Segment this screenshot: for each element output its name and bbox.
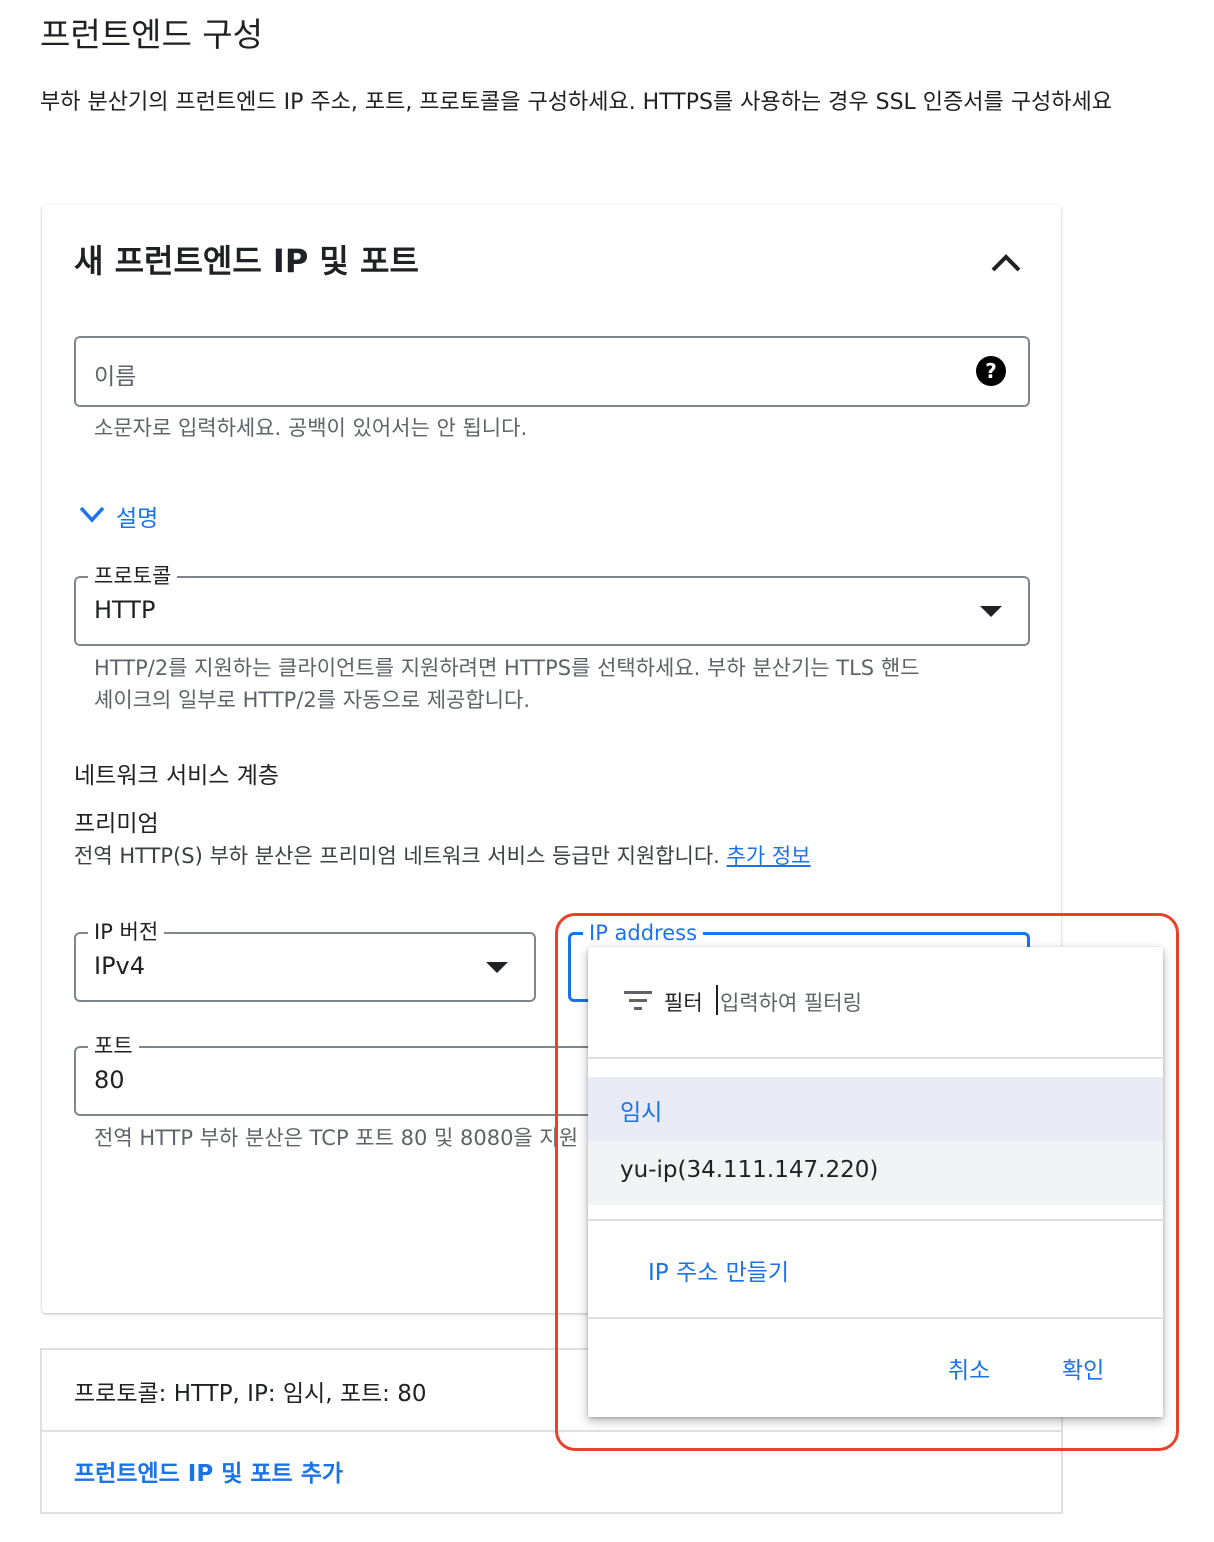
- ip-version-label: IP 버전: [88, 919, 165, 945]
- annotation-highlight: [555, 913, 1179, 1451]
- learn-more-link[interactable]: 추가 정보: [727, 844, 811, 868]
- chevron-down-icon: [76, 498, 108, 534]
- frontend-summary[interactable]: 프로토콜: HTTP, IP: 임시, 포트: 80: [74, 1374, 426, 1408]
- card-title: 새 프런트엔드 IP 및 포트: [74, 242, 419, 280]
- network-tier-value: 프리미엄: [74, 811, 159, 837]
- description-toggle-label: 설명: [116, 506, 159, 532]
- protocol-label: 프로토콜: [88, 563, 178, 589]
- network-tier-note: 전역 HTTP(S) 부하 분산은 프리미엄 네트워크 서비스 등급만 지원합니…: [74, 844, 720, 868]
- description-toggle[interactable]: 설명: [76, 498, 158, 534]
- port-hint: 전역 HTTP 부하 분산은 TCP 포트 80 및 8080을 지원: [94, 1126, 579, 1150]
- add-frontend-link[interactable]: 프런트엔드 IP 및 포트 추가: [74, 1454, 343, 1488]
- name-hint: 소문자로 입력하세요. 공백이 있어서는 안 됩니다.: [94, 416, 528, 440]
- dropdown-arrow-icon: [486, 962, 508, 973]
- help-icon[interactable]: ?: [976, 356, 1006, 386]
- page-title: 프런트엔드 구성: [40, 15, 264, 54]
- name-field[interactable]: 이름 ?: [74, 336, 1030, 407]
- protocol-value: HTTP: [94, 596, 156, 624]
- dropdown-arrow-icon: [980, 606, 1002, 617]
- ip-version-value: IPv4: [94, 952, 146, 980]
- protocol-hint-line1: HTTP/2를 지원하는 클라이언트를 지원하려면 HTTPS를 선택하세요. …: [94, 656, 920, 680]
- ip-version-select[interactable]: IP 버전 IPv4: [74, 919, 536, 1002]
- network-tier-note-row: 전역 HTTP(S) 부하 분산은 프리미엄 네트워크 서비스 등급만 지원합니…: [74, 840, 811, 872]
- protocol-hint-line2: 셰이크의 일부로 HTTP/2를 자동으로 제공합니다.: [94, 688, 530, 712]
- chevron-up-icon[interactable]: [985, 243, 1027, 281]
- port-label: 포트: [88, 1033, 139, 1059]
- port-value: 80: [94, 1066, 125, 1094]
- network-tier-heading: 네트워크 서비스 계층: [74, 763, 280, 789]
- name-placeholder: 이름: [94, 364, 137, 390]
- protocol-select[interactable]: 프로토콜 HTTP: [74, 563, 1030, 646]
- page-description: 부하 분산기의 프런트엔드 IP 주소, 포트, 프로토콜을 구성하세요. HT…: [40, 90, 1112, 115]
